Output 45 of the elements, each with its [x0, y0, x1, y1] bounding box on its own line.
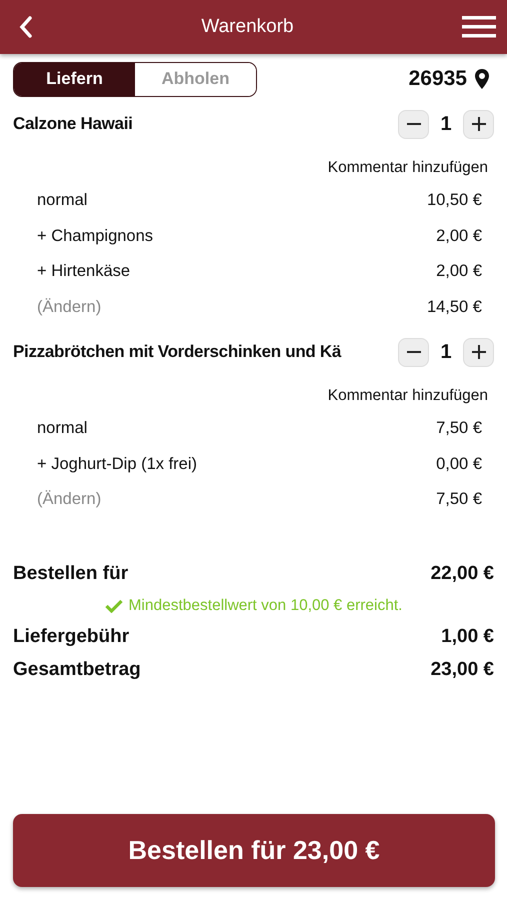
order-button[interactable]: Bestellen für 23,00 €: [13, 814, 495, 887]
option-price: 0,00 €: [436, 454, 482, 474]
edit-link[interactable]: (Ändern): [37, 490, 102, 510]
summary-amount: 1,00 €: [441, 626, 494, 648]
decrease-button[interactable]: [398, 338, 429, 366]
add-comment-link[interactable]: Kommentar hinzufügen: [328, 387, 494, 405]
check-icon: [104, 598, 122, 612]
increase-button[interactable]: [463, 338, 494, 366]
mode-tab[interactable]: Liefern: [14, 62, 135, 96]
item-total: 14,50 €: [426, 298, 482, 317]
option-label: normal: [37, 419, 88, 438]
plus-icon: [472, 117, 486, 131]
option-label: + Hirtenkäse: [37, 262, 130, 282]
minus-icon: [406, 122, 420, 126]
summary-amount: 23,00 €: [430, 659, 494, 681]
minus-icon: [406, 350, 420, 354]
option-label: + Joghurt-Dip (1x frei): [37, 454, 198, 474]
postal-code: 26935: [408, 67, 467, 91]
summary-label: Bestellen für: [13, 563, 128, 585]
item-name: Calzone Hawaii: [13, 114, 134, 134]
option-label: normal: [37, 191, 88, 210]
quantity: 1: [439, 112, 453, 136]
add-comment-link[interactable]: Kommentar hinzufügen: [328, 159, 494, 177]
summary-amount: 22,00 €: [430, 563, 494, 585]
option-price: 2,00 €: [436, 262, 482, 282]
menu-icon: [461, 14, 497, 40]
item-name: Pizzabrötchen mit Vorderschinken und Kä: [13, 342, 342, 362]
quantity: 1: [439, 340, 453, 364]
option-price: 10,50 €: [426, 191, 482, 210]
back-icon: [18, 15, 34, 39]
location-pin-icon: [475, 69, 489, 89]
menu-button[interactable]: [461, 14, 497, 40]
summary-label: Gesamtbetrag: [13, 659, 141, 681]
summary-label: Liefergebühr: [13, 626, 130, 648]
edit-link[interactable]: (Ändern): [37, 298, 102, 317]
increase-button[interactable]: [463, 110, 494, 138]
minimum-order-notice: Mindestbestellwert von 10,00 € erreicht.: [128, 596, 402, 614]
item-total: 7,50 €: [436, 490, 482, 510]
option-price: 7,50 €: [436, 419, 482, 438]
back-button[interactable]: [18, 15, 34, 39]
option-label: + Champignons: [37, 226, 154, 246]
plus-icon: [472, 345, 486, 359]
page-title: Warenkorb: [201, 16, 294, 38]
option-price: 2,00 €: [436, 226, 482, 246]
decrease-button[interactable]: [398, 110, 429, 138]
